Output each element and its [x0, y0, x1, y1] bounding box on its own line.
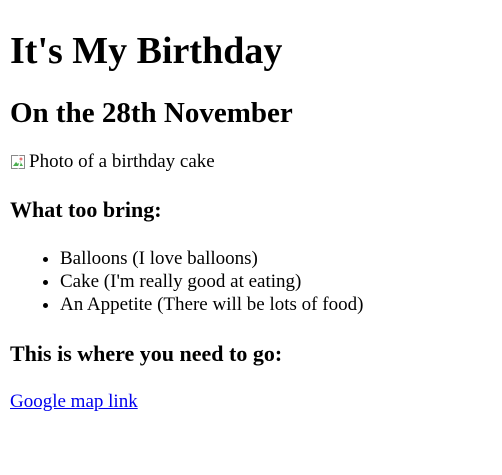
image-alt-text: Photo of a birthday cake — [29, 151, 215, 172]
list-item: Balloons (I love balloons) — [60, 247, 492, 270]
where-heading: This is where you need to go: — [10, 341, 283, 366]
list-item: An Appetite (There will be lots of food) — [60, 293, 492, 316]
page-content: It's My Birthday On the 28th November Ph… — [0, 0, 502, 413]
birthday-cake-image: Photo of a birthday cake — [10, 151, 492, 173]
list-item: Cake (I'm really good at eating) — [60, 270, 492, 293]
page-title: It's My Birthday — [10, 30, 283, 72]
bring-list: Balloons (I love balloons) Cake (I'm rea… — [10, 247, 492, 316]
page-subtitle: On the 28th November — [10, 97, 293, 129]
google-map-link[interactable]: Google map link — [10, 391, 138, 413]
bring-heading: What too bring: — [10, 197, 162, 222]
broken-image-icon — [10, 154, 26, 170]
